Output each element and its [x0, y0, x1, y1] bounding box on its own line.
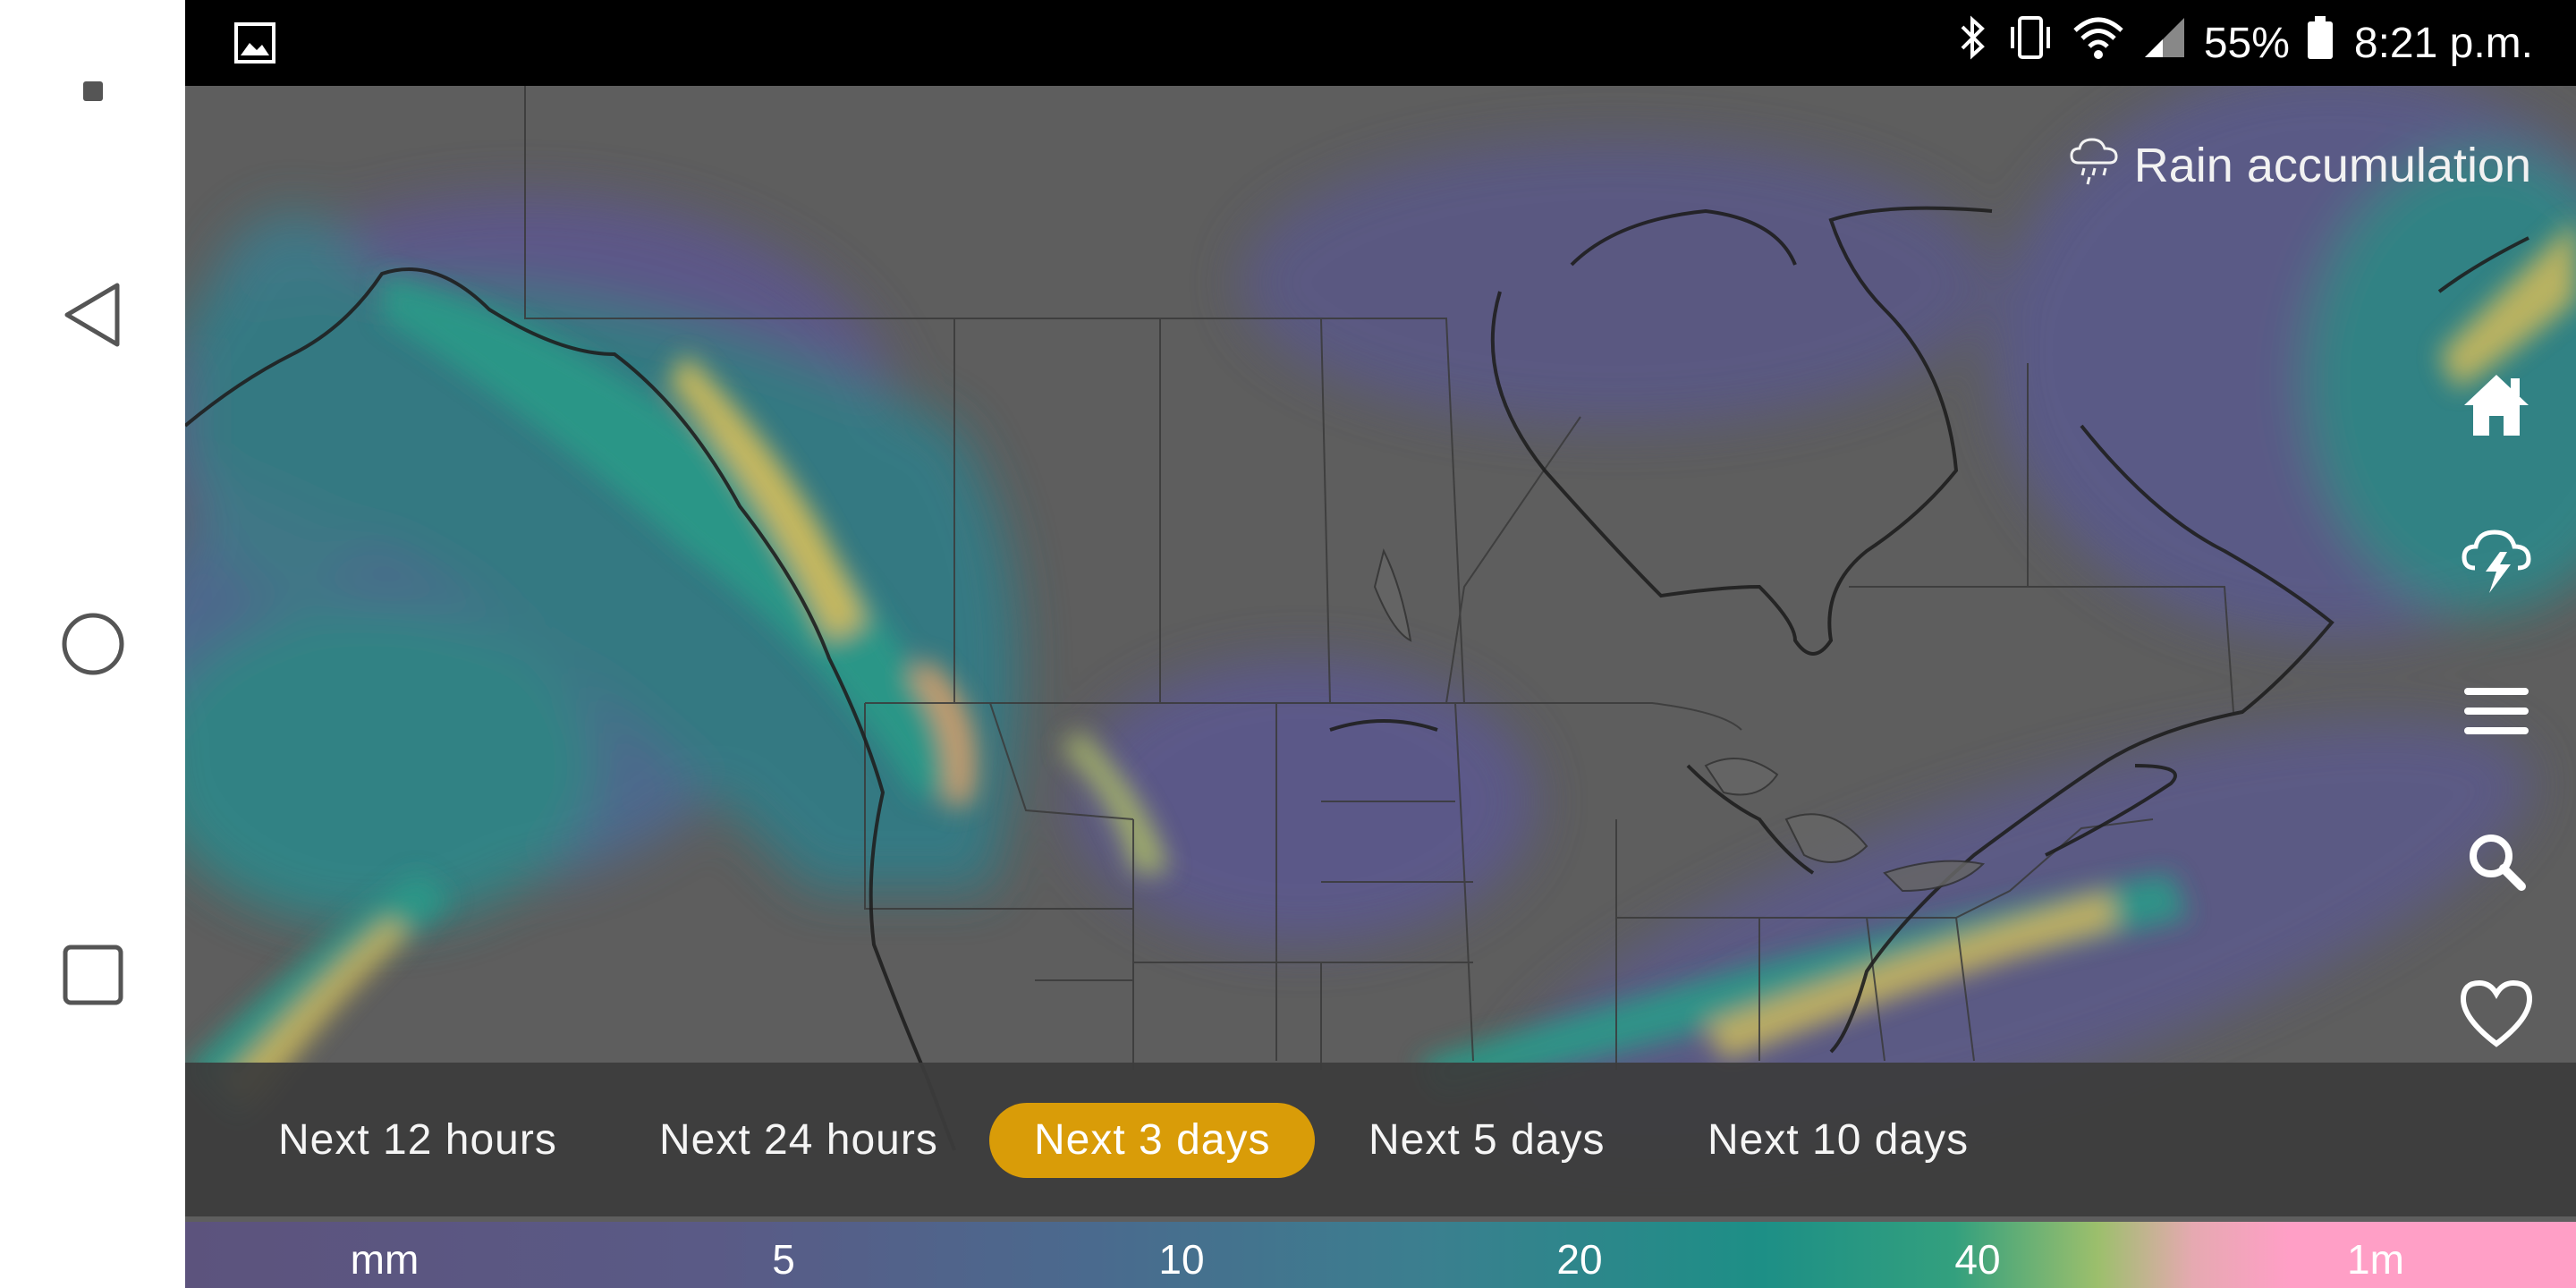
- rain-cloud-icon: [2068, 132, 2122, 198]
- time-option-next-10-days[interactable]: Next 10 days: [1663, 1103, 2013, 1178]
- clock: 8:21 p.m.: [2353, 19, 2533, 67]
- battery-icon: [2306, 13, 2334, 73]
- layer-title[interactable]: Rain accumulation: [2068, 132, 2531, 198]
- back-icon[interactable]: [0, 279, 185, 351]
- weather-map[interactable]: Rain accumulation Next 12 hours Next 24 …: [185, 86, 2576, 1288]
- layer-title-label: Rain accumulation: [2133, 138, 2531, 192]
- image-icon: [233, 21, 276, 69]
- storm-icon[interactable]: [2456, 519, 2537, 599]
- legend-label: 10: [1158, 1236, 1205, 1283]
- favorite-heart-icon[interactable]: [2456, 973, 2537, 1054]
- vibrate-icon: [2005, 13, 2055, 73]
- precipitation-legend: mm 5 10 20 40 1m: [185, 1222, 2576, 1288]
- legend-label: 20: [1556, 1236, 1603, 1283]
- legend-label: 40: [1954, 1236, 2001, 1283]
- time-option-next-3-days[interactable]: Next 3 days: [989, 1103, 1316, 1178]
- menu-icon[interactable]: [2456, 671, 2537, 751]
- time-option-next-24-hours[interactable]: Next 24 hours: [614, 1103, 983, 1178]
- time-option-next-5-days[interactable]: Next 5 days: [1324, 1103, 1649, 1178]
- legend-unit: mm: [350, 1236, 419, 1283]
- time-option-next-12-hours[interactable]: Next 12 hours: [233, 1103, 602, 1178]
- search-icon[interactable]: [2456, 821, 2537, 902]
- status-bar: 55% 8:21 p.m.: [185, 0, 2576, 86]
- home-icon[interactable]: [2456, 365, 2537, 445]
- overview-square-icon[interactable]: [0, 939, 185, 1011]
- signal-icon: [2141, 13, 2188, 73]
- wifi-icon: [2072, 13, 2125, 73]
- system-nav-bar: [0, 0, 185, 1288]
- legend-label: 5: [772, 1236, 795, 1283]
- battery-percent: 55%: [2203, 19, 2290, 67]
- bluetooth-icon: [1957, 13, 1989, 73]
- time-range-selector: Next 12 hours Next 24 hours Next 3 days …: [185, 1063, 2576, 1216]
- legend-label: 1m: [2347, 1236, 2404, 1283]
- home-circle-icon[interactable]: [0, 608, 185, 680]
- recent-dot-icon: [0, 79, 185, 104]
